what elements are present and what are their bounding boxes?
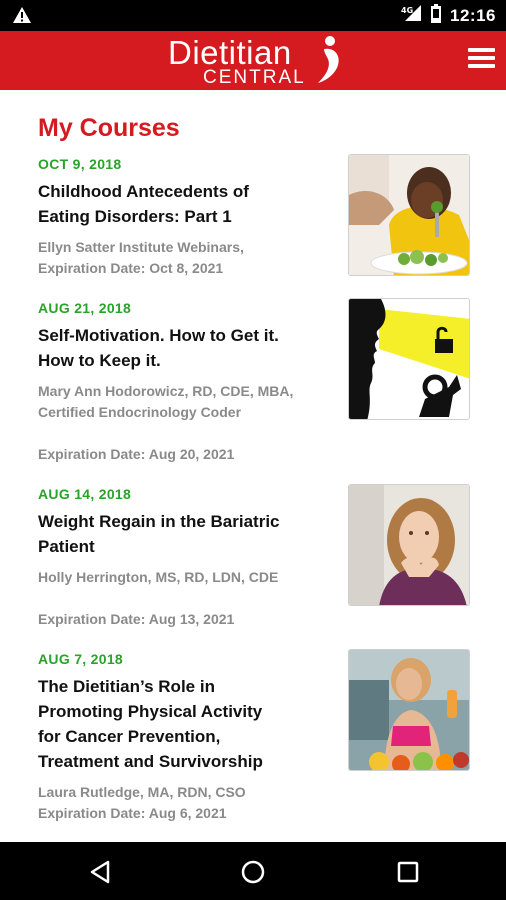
logo-figure-icon: [316, 35, 342, 90]
course-date: OCT 9, 2018: [38, 156, 122, 172]
course-item[interactable]: AUG 7, 2018 The Dietitian’s Role in Prom…: [0, 649, 506, 831]
course-date: AUG 7, 2018: [38, 651, 124, 667]
course-title: Weight Regain in the Bariatric Patient: [38, 512, 280, 556]
status-time: 12:16: [450, 5, 496, 25]
course-author: Holly Herrington, MS, RD, LDN, CDE: [38, 569, 279, 585]
logo-line2: CENTRAL: [203, 67, 306, 88]
recents-icon[interactable]: [394, 858, 422, 886]
hamburger-menu-icon[interactable]: [468, 45, 498, 75]
silhouette-unlock-image: [348, 298, 470, 420]
course-author: Laura Rutledge, MA, RDN, CSO: [38, 784, 246, 800]
course-expiration: Expiration Date: Aug 20, 2021: [38, 446, 235, 462]
course-expiration: Expiration Date: Oct 8, 2021: [38, 260, 224, 276]
signal-4g-icon: 4G: [400, 4, 422, 27]
child-eating-vegetables-image: [348, 154, 470, 276]
warning-icon: [12, 6, 32, 29]
course-title: The Dietitian’s Role in Promoting Physic…: [38, 677, 263, 771]
page-title: My Courses: [38, 114, 180, 142]
logo-line1: Dietitian: [168, 34, 292, 71]
home-icon[interactable]: [239, 858, 267, 886]
course-expiration: Expiration Date: Aug 6, 2021: [38, 805, 227, 821]
back-icon[interactable]: [86, 858, 114, 886]
course-expiration: Expiration Date: Aug 13, 2021: [38, 611, 235, 627]
main-content: My Courses OCT 9, 2018 Childhood Anteced…: [0, 90, 506, 842]
course-title: Childhood Antecedents of Eating Disorder…: [38, 182, 249, 226]
course-item[interactable]: AUG 14, 2018 Weight Regain in the Bariat…: [0, 484, 506, 631]
status-bar: 4G 12:16: [0, 0, 506, 31]
course-author: Ellyn Satter Institute Webinars,: [38, 239, 244, 255]
course-item[interactable]: OCT 9, 2018 Childhood Antecedents of Eat…: [0, 154, 506, 281]
course-date: AUG 14, 2018: [38, 486, 132, 502]
navigation-bar: [0, 842, 506, 900]
course-author: Mary Ann Hodorowicz, RD, CDE, MBA, Certi…: [38, 383, 294, 420]
app-bar: Dietitian CENTRAL: [0, 31, 506, 90]
course-item[interactable]: AUG 21, 2018 Self-Motivation. How to Get…: [0, 298, 506, 465]
course-title: Self-Motivation. How to Get it. How to K…: [38, 326, 279, 370]
svg-text:4G: 4G: [401, 6, 413, 15]
course-date: AUG 21, 2018: [38, 300, 132, 316]
woman-thinking-image: [348, 484, 470, 606]
battery-icon: [430, 3, 442, 28]
dietitian-central-logo[interactable]: Dietitian CENTRAL: [168, 35, 348, 87]
woman-fitness-fruit-image: [348, 649, 470, 771]
